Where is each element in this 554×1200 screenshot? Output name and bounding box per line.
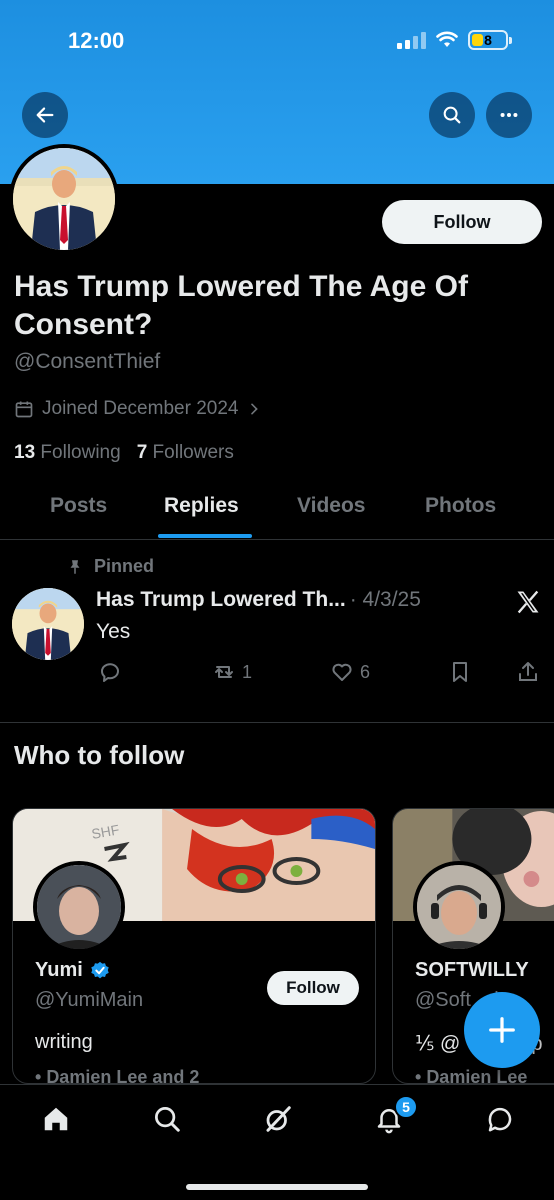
- pinned-label: Pinned: [94, 556, 155, 576]
- followers-count: 7: [136, 442, 148, 463]
- active-tab-indicator: [158, 534, 252, 538]
- card-follow-button[interactable]: Follow: [267, 971, 359, 1005]
- followers-label: Followers: [152, 442, 234, 463]
- search-icon: [443, 106, 461, 124]
- status-time: 12:00: [68, 28, 125, 53]
- tab-replies[interactable]: Replies: [164, 494, 239, 518]
- battery-icon: 8: [468, 30, 512, 50]
- card-mutual-followers: • Damien Lee: [415, 1067, 528, 1084]
- pinned-indicator: Pinned: [66, 556, 154, 577]
- following-label: Following: [40, 442, 121, 463]
- search-button[interactable]: [429, 92, 475, 138]
- post-avatar[interactable]: [12, 588, 84, 660]
- card-avatar[interactable]: [413, 861, 505, 953]
- share-icon: [519, 662, 537, 681]
- nav-home[interactable]: [38, 1101, 74, 1137]
- status-icons: 8: [397, 30, 512, 50]
- card-handle-start: @Soft: [415, 989, 471, 1011]
- profile-avatar[interactable]: [9, 144, 119, 254]
- profile-handle: @ConsentThief: [14, 350, 161, 373]
- card-avatar[interactable]: [33, 861, 125, 953]
- profile-name: Has Trump Lowered The Age Of Consent?: [14, 270, 468, 341]
- pin-icon: [70, 559, 80, 574]
- more-button[interactable]: [486, 92, 532, 138]
- bookmark-icon: [453, 662, 467, 682]
- post-date: · 4/3/25: [349, 588, 421, 611]
- more-icon: [500, 112, 518, 118]
- card-mutual-followers: • Damien Lee and 2: [35, 1067, 200, 1084]
- heart-icon: [332, 663, 352, 681]
- share-button[interactable]: [516, 660, 540, 684]
- chevron-right-icon: [251, 403, 259, 415]
- tab-posts[interactable]: Posts: [50, 494, 107, 518]
- joined-label: Joined December 2024: [42, 398, 239, 419]
- grok-icon: [266, 1106, 291, 1132]
- calendar-icon: [15, 401, 33, 418]
- battery-level: 8: [484, 32, 492, 48]
- wifi-icon: [436, 31, 458, 47]
- x-logo-icon[interactable]: [514, 588, 542, 616]
- like-button[interactable]: 6: [330, 660, 370, 684]
- back-button[interactable]: [22, 92, 68, 138]
- search-icon: [155, 1107, 180, 1132]
- tab-photos[interactable]: Photos: [425, 494, 496, 518]
- card-mutual-label: Damien Lee: [426, 1067, 528, 1084]
- card-name-label: Yumi: [35, 959, 83, 981]
- home-icon: [44, 1107, 68, 1131]
- reply-button[interactable]: [98, 660, 122, 684]
- post-actions: 1 6: [0, 660, 554, 688]
- card-handle: @YumiMain: [35, 989, 144, 1011]
- post-header: Has Trump Lowered Th... · 4/3/25: [96, 588, 421, 612]
- repost-button[interactable]: 1: [212, 660, 252, 684]
- repost-count: 1: [242, 661, 253, 682]
- reply-icon: [101, 663, 119, 682]
- section-divider: [0, 722, 554, 723]
- follow-stats: 13 Following 7 Followers: [14, 442, 234, 464]
- arrow-left-icon: [36, 107, 54, 123]
- repost-icon: [215, 666, 233, 678]
- notifications-badge: 5: [394, 1095, 418, 1119]
- suggestion-card-yumi[interactable]: SHF Yumi @YumiMain Follow writing • Dami…: [12, 808, 376, 1084]
- card-name[interactable]: SOFTWILLY: [415, 959, 529, 982]
- compose-button[interactable]: [464, 992, 540, 1068]
- bookmark-button[interactable]: [448, 660, 472, 684]
- plus-icon: [489, 1017, 515, 1043]
- following-count: 13: [14, 442, 36, 463]
- profile-tabs: Posts Replies Videos Photos: [0, 484, 554, 540]
- verified-badge-icon: [91, 961, 109, 978]
- post-text: Yes: [96, 620, 131, 643]
- nav-search[interactable]: [149, 1101, 185, 1137]
- joined-date[interactable]: Joined December 2024: [14, 398, 262, 420]
- signal-icon: [397, 31, 426, 49]
- bottom-nav: 5: [0, 1084, 554, 1200]
- card-mutual-label: Damien Lee and 2: [46, 1067, 200, 1084]
- post-author[interactable]: Has Trump Lowered Th...: [96, 588, 346, 612]
- chat-bubble-icon: [488, 1107, 512, 1132]
- card-bio-start: ⅕ @: [415, 1033, 461, 1055]
- like-count: 6: [360, 661, 371, 682]
- card-bio: writing: [35, 1031, 93, 1053]
- followers-link[interactable]: 7 Followers: [137, 442, 234, 464]
- follow-button[interactable]: Follow: [382, 200, 542, 244]
- home-indicator: [186, 1184, 368, 1190]
- nav-messages[interactable]: [482, 1101, 518, 1137]
- nav-grok[interactable]: [260, 1101, 296, 1137]
- following-link[interactable]: 13 Following: [14, 442, 121, 464]
- who-to-follow-title: Who to follow: [14, 740, 185, 770]
- tab-videos[interactable]: Videos: [297, 494, 365, 518]
- card-name[interactable]: Yumi: [35, 959, 111, 982]
